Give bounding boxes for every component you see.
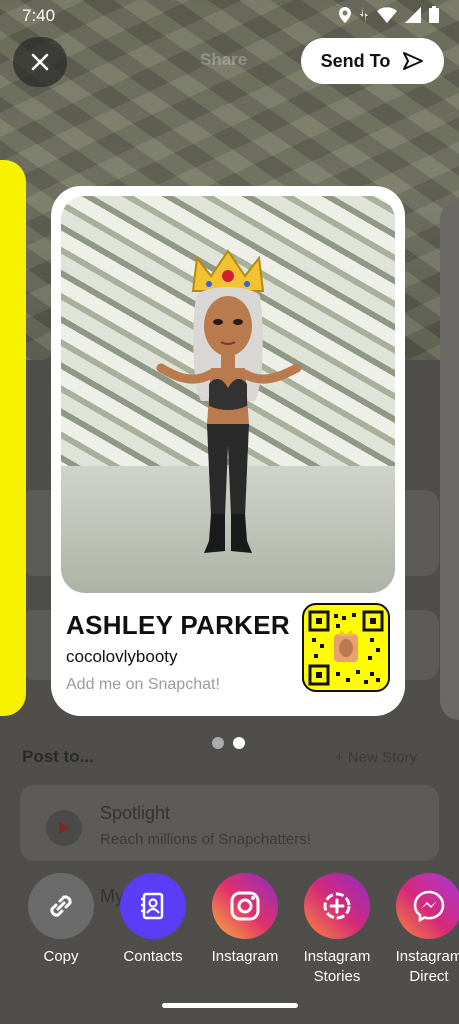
share-label: Instagram Direct: [395, 948, 459, 985]
share-circle: [28, 873, 94, 939]
post-to-heading: Post to...: [22, 747, 94, 766]
display-name: ASHLEY PARKER: [66, 610, 290, 640]
spotlight-title: Spotlight: [100, 803, 171, 823]
page-dot[interactable]: [212, 737, 224, 749]
status-icons: [339, 6, 439, 28]
username: cocolovlybooty: [66, 647, 178, 666]
share-circle: [120, 873, 186, 939]
snapcode[interactable]: [302, 603, 390, 692]
spotlight-subtitle: Reach millions of Snapchatters!: [100, 831, 311, 848]
close-button[interactable]: [13, 37, 67, 87]
previous-card-edge[interactable]: [0, 160, 26, 716]
share-title: Share: [200, 50, 248, 69]
data-transfer-icon: [359, 6, 369, 28]
instagram-icon: [230, 891, 260, 921]
profile-card[interactable]: ASHLEY PARKER cocolovlybooty Add me on S…: [51, 186, 405, 716]
bitmoji-avatar: [156, 249, 302, 553]
link-icon: [50, 895, 72, 917]
send-arrow-icon: [403, 52, 424, 70]
new-story-link: + New Story: [335, 749, 418, 766]
share-label: Contacts: [123, 948, 183, 965]
next-card-edge: [440, 200, 459, 720]
share-contacts[interactable]: Contacts: [107, 873, 199, 967]
signal-icon: [405, 6, 421, 28]
share-targets: Copy Contacts Instagram Instagram Storie…: [0, 873, 459, 993]
close-icon: [31, 53, 49, 71]
share-copy[interactable]: Copy: [15, 873, 107, 967]
page-dot-active[interactable]: [233, 737, 245, 749]
share-circle: [212, 873, 278, 939]
share-label: Instagram: [211, 948, 279, 965]
wifi-icon: [377, 6, 397, 28]
add-me-caption: Add me on Snapchat!: [66, 676, 220, 693]
status-time: 7:40: [22, 6, 56, 25]
spotlight-row: [20, 785, 439, 861]
contacts-icon: [141, 892, 164, 920]
bitmoji-image: [61, 196, 395, 593]
messenger-icon: [413, 890, 445, 923]
share-label: Instagram Stories: [303, 948, 371, 985]
spotlight-icon: [46, 810, 82, 846]
battery-icon: [429, 6, 439, 28]
share-instagram-direct[interactable]: Instagram Direct: [383, 873, 459, 987]
instagram-stories-icon: [323, 892, 351, 920]
location-icon: [339, 6, 351, 28]
send-to-button[interactable]: Send To: [301, 38, 444, 84]
send-to-label: Send To: [320, 50, 391, 71]
share-instagram[interactable]: Instagram: [199, 873, 291, 967]
share-circle: [396, 873, 459, 939]
share-instagram-stories[interactable]: Instagram Stories: [291, 873, 383, 987]
home-indicator[interactable]: [162, 1003, 298, 1008]
page-indicator: [212, 737, 245, 749]
qr-code-icon: [308, 610, 384, 685]
share-label: Copy: [43, 948, 79, 965]
status-bar: 7:40: [0, 0, 459, 32]
share-circle: [304, 873, 370, 939]
